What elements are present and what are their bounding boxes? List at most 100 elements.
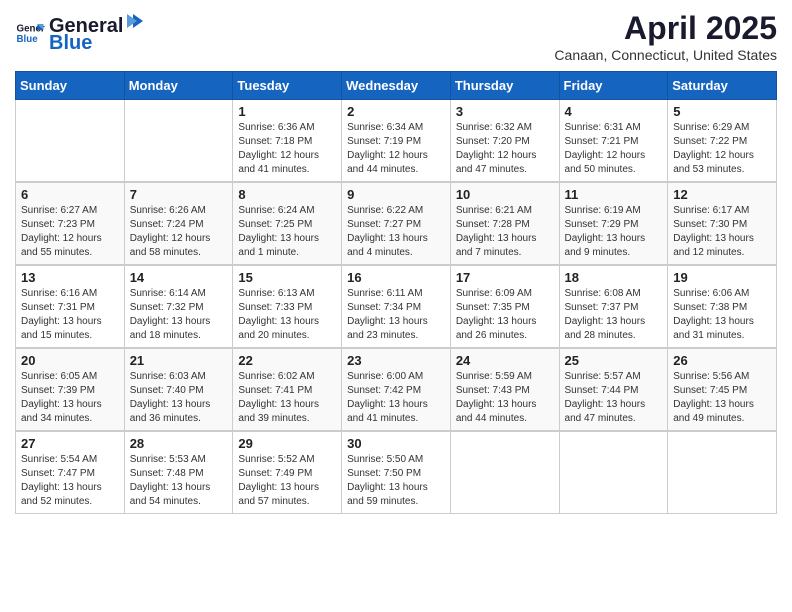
- day-number: 13: [21, 270, 119, 285]
- day-info: Sunrise: 6:03 AMSunset: 7:40 PMDaylight:…: [130, 370, 228, 426]
- day-number: 16: [347, 270, 445, 285]
- calendar-cell: 10 Sunrise: 6:21 AMSunset: 7:28 PMDayligh…: [450, 182, 559, 265]
- day-info: Sunrise: 6:17 AMSunset: 7:30 PMDaylight:…: [673, 204, 771, 260]
- header-wednesday: Wednesday: [342, 72, 451, 100]
- calendar-cell: 1Sunrise: 6:36 AMSunset: 7:18 PMDaylight…: [233, 100, 342, 183]
- logo-arrow-icon: [123, 10, 145, 32]
- day-info: Sunrise: 6:31 AMSunset: 7:21 PMDaylight:…: [565, 121, 663, 177]
- calendar-cell: 8Sunrise: 6:24 AMSunset: 7:25 PMDaylight…: [233, 182, 342, 265]
- calendar-cell: 30 Sunrise: 5:50 AMSunset: 7:50 PMDayligh…: [342, 431, 451, 514]
- calendar-cell: 12 Sunrise: 6:17 AMSunset: 7:30 PMDayligh…: [668, 182, 777, 265]
- day-number: 23: [347, 353, 445, 368]
- day-number: 24: [456, 353, 554, 368]
- calendar-cell: 23 Sunrise: 6:00 AMSunset: 7:42 PMDayligh…: [342, 348, 451, 431]
- logo-icon: General Blue: [15, 18, 45, 48]
- page-header: General Blue General Blue April 2025 Can…: [15, 10, 777, 63]
- day-info: Sunrise: 5:54 AMSunset: 7:47 PMDaylight:…: [21, 453, 119, 509]
- calendar-cell: [450, 431, 559, 514]
- day-number: 14: [130, 270, 228, 285]
- day-info: Sunrise: 6:19 AMSunset: 7:29 PMDaylight:…: [565, 204, 663, 260]
- day-info: Sunrise: 6:09 AMSunset: 7:35 PMDaylight:…: [456, 287, 554, 343]
- calendar-cell: 18 Sunrise: 6:08 AMSunset: 7:37 PMDayligh…: [559, 265, 668, 348]
- day-number: 30: [347, 436, 445, 451]
- calendar-cell: [124, 100, 233, 183]
- calendar-cell: 20Sunrise: 6:05 AMSunset: 7:39 PMDayligh…: [16, 348, 125, 431]
- day-number: 21: [130, 353, 228, 368]
- calendar-cell: [16, 100, 125, 183]
- day-number: 12: [673, 187, 771, 202]
- day-number: 6: [21, 187, 119, 202]
- day-number: 18: [565, 270, 663, 285]
- day-number: 11: [565, 187, 663, 202]
- calendar-cell: 13 Sunrise: 6:16 AMSunset: 7:31 PMDayligh…: [16, 265, 125, 348]
- day-info: Sunrise: 6:16 AMSunset: 7:31 PMDaylight:…: [21, 287, 119, 343]
- calendar-cell: 14 Sunrise: 6:14 AMSunset: 7:32 PMDayligh…: [124, 265, 233, 348]
- calendar-cell: 3 Sunrise: 6:32 AMSunset: 7:20 PMDaylight…: [450, 100, 559, 183]
- header-tuesday: Tuesday: [233, 72, 342, 100]
- calendar-cell: 19Sunrise: 6:06 AMSunset: 7:38 PMDayligh…: [668, 265, 777, 348]
- calendar-cell: 29 Sunrise: 5:52 AMSunset: 7:49 PMDayligh…: [233, 431, 342, 514]
- calendar-cell: 7 Sunrise: 6:26 AMSunset: 7:24 PMDaylight…: [124, 182, 233, 265]
- day-number: 26: [673, 353, 771, 368]
- location-title: Canaan, Connecticut, United States: [554, 47, 777, 63]
- calendar-cell: 17 Sunrise: 6:09 AMSunset: 7:35 PMDayligh…: [450, 265, 559, 348]
- day-number: 19: [673, 270, 771, 285]
- day-info: Sunrise: 6:26 AMSunset: 7:24 PMDaylight:…: [130, 204, 228, 260]
- calendar-cell: 25 Sunrise: 5:57 AMSunset: 7:44 PMDayligh…: [559, 348, 668, 431]
- calendar-cell: 4 Sunrise: 6:31 AMSunset: 7:21 PMDaylight…: [559, 100, 668, 183]
- title-block: April 2025 Canaan, Connecticut, United S…: [554, 10, 777, 63]
- calendar-week-row: 13 Sunrise: 6:16 AMSunset: 7:31 PMDayligh…: [16, 265, 777, 348]
- day-info: Sunrise: 5:56 AMSunset: 7:45 PMDaylight:…: [673, 370, 771, 426]
- day-number: 29: [238, 436, 336, 451]
- day-number: 27: [21, 436, 119, 451]
- calendar-cell: 26 Sunrise: 5:56 AMSunset: 7:45 PMDayligh…: [668, 348, 777, 431]
- logo: General Blue General Blue: [15, 10, 145, 55]
- calendar-cell: 21 Sunrise: 6:03 AMSunset: 7:40 PMDayligh…: [124, 348, 233, 431]
- day-number: 15: [238, 270, 336, 285]
- day-number: 2: [347, 104, 445, 119]
- day-info: Sunrise: 5:52 AMSunset: 7:49 PMDaylight:…: [238, 453, 336, 509]
- calendar-cell: 5Sunrise: 6:29 AMSunset: 7:22 PMDaylight…: [668, 100, 777, 183]
- calendar-cell: 2Sunrise: 6:34 AMSunset: 7:19 PMDaylight…: [342, 100, 451, 183]
- calendar-cell: 6Sunrise: 6:27 AMSunset: 7:23 PMDaylight…: [16, 182, 125, 265]
- day-number: 4: [565, 104, 663, 119]
- calendar-cell: 24 Sunrise: 5:59 AMSunset: 7:43 PMDayligh…: [450, 348, 559, 431]
- day-info: Sunrise: 6:11 AMSunset: 7:34 PMDaylight:…: [347, 287, 445, 343]
- day-number: 3: [456, 104, 554, 119]
- day-number: 25: [565, 353, 663, 368]
- day-info: Sunrise: 6:00 AMSunset: 7:42 PMDaylight:…: [347, 370, 445, 426]
- header-saturday: Saturday: [668, 72, 777, 100]
- day-info: Sunrise: 6:02 AMSunset: 7:41 PMDaylight:…: [238, 370, 336, 426]
- day-info: Sunrise: 5:59 AMSunset: 7:43 PMDaylight:…: [456, 370, 554, 426]
- calendar-week-row: 1Sunrise: 6:36 AMSunset: 7:18 PMDaylight…: [16, 100, 777, 183]
- calendar-week-row: 27 Sunrise: 5:54 AMSunset: 7:47 PMDayligh…: [16, 431, 777, 514]
- header-friday: Friday: [559, 72, 668, 100]
- day-number: 7: [130, 187, 228, 202]
- day-info: Sunrise: 6:14 AMSunset: 7:32 PMDaylight:…: [130, 287, 228, 343]
- header-monday: Monday: [124, 72, 233, 100]
- day-number: 1: [238, 104, 336, 119]
- day-number: 5: [673, 104, 771, 119]
- day-info: Sunrise: 5:53 AMSunset: 7:48 PMDaylight:…: [130, 453, 228, 509]
- month-title: April 2025: [554, 10, 777, 47]
- day-info: Sunrise: 6:08 AMSunset: 7:37 PMDaylight:…: [565, 287, 663, 343]
- svg-text:Blue: Blue: [17, 34, 39, 45]
- calendar-cell: [559, 431, 668, 514]
- calendar-cell: 16 Sunrise: 6:11 AMSunset: 7:34 PMDayligh…: [342, 265, 451, 348]
- day-number: 17: [456, 270, 554, 285]
- calendar-week-row: 20Sunrise: 6:05 AMSunset: 7:39 PMDayligh…: [16, 348, 777, 431]
- day-number: 20: [21, 353, 119, 368]
- day-info: Sunrise: 6:32 AMSunset: 7:20 PMDaylight:…: [456, 121, 554, 177]
- calendar-cell: 22Sunrise: 6:02 AMSunset: 7:41 PMDayligh…: [233, 348, 342, 431]
- calendar-header-row: SundayMondayTuesdayWednesdayThursdayFrid…: [16, 72, 777, 100]
- day-info: Sunrise: 5:57 AMSunset: 7:44 PMDaylight:…: [565, 370, 663, 426]
- header-sunday: Sunday: [16, 72, 125, 100]
- day-info: Sunrise: 6:13 AMSunset: 7:33 PMDaylight:…: [238, 287, 336, 343]
- day-number: 10: [456, 187, 554, 202]
- day-info: Sunrise: 6:24 AMSunset: 7:25 PMDaylight:…: [238, 204, 336, 260]
- day-info: Sunrise: 6:21 AMSunset: 7:28 PMDaylight:…: [456, 204, 554, 260]
- calendar-cell: 9Sunrise: 6:22 AMSunset: 7:27 PMDaylight…: [342, 182, 451, 265]
- calendar-cell: 15 Sunrise: 6:13 AMSunset: 7:33 PMDayligh…: [233, 265, 342, 348]
- day-info: Sunrise: 5:50 AMSunset: 7:50 PMDaylight:…: [347, 453, 445, 509]
- calendar-table: SundayMondayTuesdayWednesdayThursdayFrid…: [15, 71, 777, 514]
